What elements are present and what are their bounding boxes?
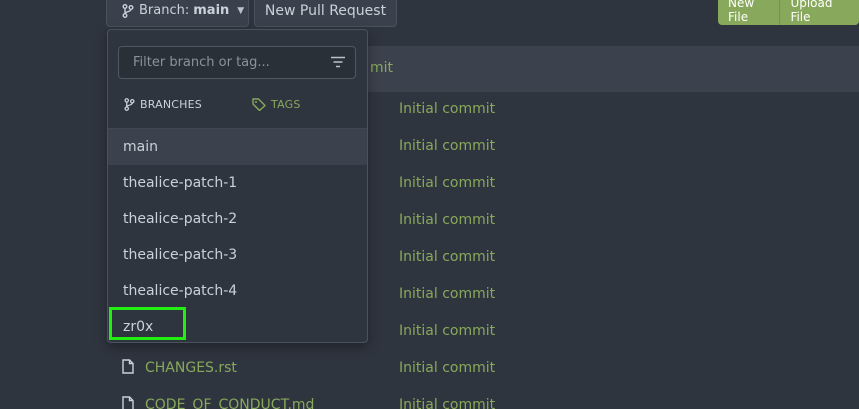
branch-icon xyxy=(124,98,135,111)
commit-message-link[interactable]: Initial commit xyxy=(399,249,495,265)
tab-branches[interactable]: BRANCHES xyxy=(124,98,202,111)
branch-item-thealice-patch-4[interactable]: thealice-patch-4 xyxy=(108,273,367,309)
commit-message-link[interactable]: Initial commit xyxy=(399,212,495,228)
branch-item-thealice-patch-1[interactable]: thealice-patch-1 xyxy=(108,165,367,201)
file-name-link[interactable]: CHANGES.rst xyxy=(145,360,237,376)
branch-selector-button[interactable]: Branch: main ▼ xyxy=(106,0,249,27)
commit-message-link[interactable]: Initial commit xyxy=(399,175,495,191)
filter-box xyxy=(118,46,356,79)
file-icon xyxy=(122,359,134,374)
new-file-button[interactable]: New File xyxy=(718,0,781,25)
commit-message-link[interactable]: Initial commit xyxy=(399,323,495,339)
file-icon xyxy=(122,396,134,409)
branch-icon xyxy=(122,3,134,18)
branch-item-main[interactable]: main xyxy=(108,129,367,165)
commit-message-link[interactable]: Initial commit xyxy=(399,138,495,154)
branch-prefix-label: Branch: xyxy=(139,3,190,18)
current-branch-name: main xyxy=(193,3,230,18)
commit-message-link[interactable]: Initial commit xyxy=(399,101,495,117)
file-name-link[interactable]: CODE_OF_CONDUCT.md xyxy=(145,397,314,409)
filter-branch-input[interactable] xyxy=(119,47,319,78)
tab-tags-label: TAGS xyxy=(271,98,301,111)
tab-tags[interactable]: TAGS xyxy=(252,98,301,111)
branch-dropdown-menu: BRANCHES TAGS main thealice-patch-1 thea… xyxy=(107,29,368,343)
highlight-box xyxy=(109,307,186,340)
table-row[interactable]: CODE_OF_CONDUCT.md Initial commit xyxy=(108,388,859,409)
tag-icon xyxy=(252,98,266,111)
repository-page: Branch: main ▼ New Pull Request New File… xyxy=(0,0,859,409)
caret-down-icon: ▼ xyxy=(237,5,245,16)
commit-message-link[interactable]: Initial commit xyxy=(399,397,495,409)
file-actions-group: New File Upload File xyxy=(718,0,859,25)
tab-branches-label: BRANCHES xyxy=(140,98,202,111)
branch-item-thealice-patch-2[interactable]: thealice-patch-2 xyxy=(108,201,367,237)
upload-file-button[interactable]: Upload File xyxy=(780,0,859,25)
filter-icon[interactable] xyxy=(330,56,346,68)
commit-message-link[interactable]: Initial commit xyxy=(399,286,495,302)
commit-message-link[interactable]: Initial commit xyxy=(399,360,495,376)
branch-item-thealice-patch-3[interactable]: thealice-patch-3 xyxy=(108,237,367,273)
latest-commit-message[interactable]: mit xyxy=(370,60,393,76)
table-row[interactable]: CHANGES.rst Initial commit xyxy=(108,351,859,388)
new-pull-request-button[interactable]: New Pull Request xyxy=(254,0,397,27)
